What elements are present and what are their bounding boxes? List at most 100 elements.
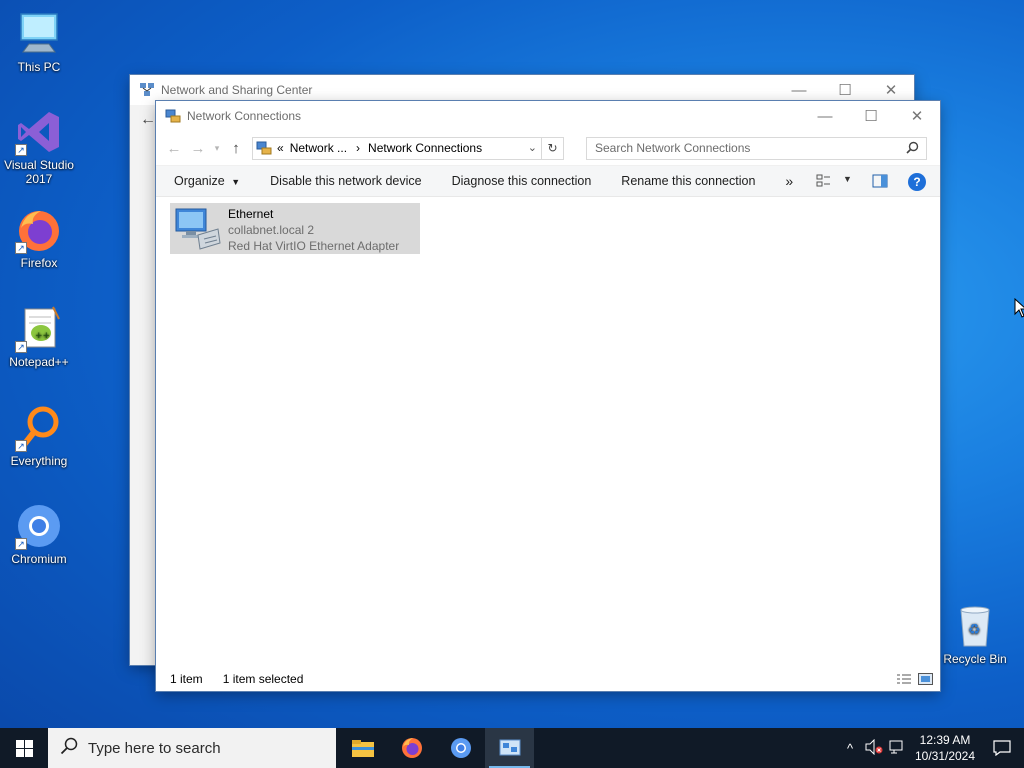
taskbar-search-box[interactable]: Type here to search [48,728,336,768]
connection-network: collabnet.local 2 [228,223,315,237]
visual-studio-icon: ↗ [15,108,63,156]
mouse-cursor-icon [1014,297,1024,321]
search-input[interactable]: Search Network Connections [586,136,927,160]
shortcut-arrow-icon: ↗ [15,440,27,452]
rename-connection-button[interactable]: Rename this connection [606,174,770,188]
start-button[interactable] [0,728,48,768]
everything-search-icon: ↗ [15,404,63,452]
navigation-bar: ← → ▾ ↑ « Network ... › Network Connecti… [156,131,940,165]
desktop-icon-label: Notepad++ [9,355,69,369]
organize-menu[interactable]: Organize ▼ [156,174,255,188]
address-dropdown-icon[interactable]: ⌄ [528,141,537,154]
connection-adapter: Red Hat VirtIO Ethernet Adapter [228,239,400,253]
desktop-icon-this-pc[interactable]: This PC [1,10,77,74]
windows-logo-icon [15,739,33,757]
firefox-icon [401,738,422,758]
window-title: Network Connections [187,109,302,123]
system-tray: ^ 12:39 AM 10/31/2024 [838,728,1024,768]
desktop-icon-label: Recycle Bin [943,652,1007,666]
connection-item-ethernet[interactable]: Ethernet collabnet.local 2 Red Hat VirtI… [170,203,420,254]
clock-date: 10/31/2024 [914,749,976,763]
change-view-icon[interactable] [816,173,834,192]
disable-device-button[interactable]: Disable this network device [255,174,436,188]
window-title: Network and Sharing Center [161,83,313,97]
breadcrumb-overflow[interactable]: « [277,141,284,155]
selected-count: 1 item selected [222,672,304,686]
title-bar[interactable]: Network Connections — ☐ ✕ [156,101,940,131]
minimize-button[interactable]: — [802,101,848,131]
up-arrow-icon[interactable]: ↑ [224,136,248,160]
location-icon [256,140,272,156]
chevron-down-icon: ▼ [231,177,241,187]
command-bar: Organize ▼ Disable this network device D… [156,165,940,197]
search-icon [906,141,919,157]
back-arrow-icon[interactable]: ← [162,136,186,160]
more-commands-button[interactable]: » [770,173,808,189]
network-connections-icon [165,108,181,124]
diagnose-connection-button[interactable]: Diagnose this connection [437,174,607,188]
chromium-icon [450,738,471,758]
forward-arrow-icon[interactable]: → [186,136,210,160]
address-bar[interactable]: « Network ... › Network Connections ⌄ ↻ [252,136,564,160]
taskbar: Type here to search ^ 12:39 AM 10/31/202… [0,728,1024,768]
network-control-panel-icon [499,739,520,756]
desktop-icon-recycle-bin[interactable]: ♻ Recycle Bin [937,602,1013,666]
organize-label: Organize [174,174,225,188]
volume-muted-icon[interactable] [862,738,886,758]
refresh-icon[interactable]: ↻ [541,137,563,159]
svg-text:♻: ♻ [968,622,981,638]
desktop-icon-everything[interactable]: ↗ Everything [1,404,77,468]
breadcrumb-separator[interactable]: › [356,141,360,155]
firefox-icon: ↗ [15,206,63,254]
shortcut-arrow-icon: ↗ [15,341,27,353]
this-pc-icon [15,10,63,58]
help-icon[interactable]: ? [908,173,926,191]
shortcut-arrow-icon: ↗ [15,242,27,254]
desktop-icon-notepad-plus-plus[interactable]: ++ ↗ Notepad++ [1,305,77,369]
shortcut-arrow-icon: ↗ [15,144,27,156]
desktop-icon-visual-studio[interactable]: ↗ Visual Studio 2017 [1,108,77,186]
desktop-icon-label: Chromium [11,552,67,566]
desktop-icon-label: This PC [17,60,61,74]
close-button[interactable]: ✕ [894,101,940,131]
network-connections-taskbar-button[interactable] [485,728,534,768]
status-bar: 1 item 1 item selected [156,667,940,691]
search-placeholder: Search Network Connections [595,141,751,155]
taskbar-clock[interactable]: 12:39 AM 10/31/2024 [910,732,980,764]
maximize-button[interactable]: ☐ [848,101,894,131]
chromium-taskbar-button[interactable] [436,728,485,768]
breadcrumb-current[interactable]: Network Connections [368,141,482,155]
connection-name: Ethernet [228,207,274,221]
search-icon [60,737,78,759]
ethernet-adapter-icon [174,205,222,254]
action-center-icon[interactable] [980,740,1024,756]
shortcut-arrow-icon: ↗ [15,538,27,550]
firefox-taskbar-button[interactable] [387,728,436,768]
network-connections-window[interactable]: Network Connections — ☐ ✕ ← → ▾ ↑ « Netw… [156,101,940,691]
back-arrow-icon[interactable]: ← [140,111,156,129]
desktop-icon-firefox[interactable]: ↗ Firefox [1,206,77,270]
clock-time: 12:39 AM [919,733,971,747]
desktop-icon-label: Everything [10,454,68,468]
desktop-icon-label: Firefox [20,256,58,270]
details-view-icon[interactable] [896,673,912,688]
svg-text:++: ++ [35,331,50,341]
desktop-icon-chromium[interactable]: ↗ Chromium [1,502,77,566]
network-center-icon [139,82,155,98]
item-count: 1 item [170,672,203,686]
desktop-icon-label: Visual Studio 2017 [4,158,74,186]
file-list-area[interactable]: Ethernet collabnet.local 2 Red Hat VirtI… [156,197,940,667]
network-status-icon[interactable] [886,739,910,758]
preview-pane-icon[interactable] [872,174,888,191]
chromium-icon: ↗ [15,502,63,550]
show-hidden-icons-chevron-icon[interactable]: ^ [838,741,862,756]
view-options-dropdown-icon[interactable]: ▼ [843,174,852,184]
file-explorer-icon [351,740,374,757]
recent-locations-icon[interactable]: ▾ [210,136,224,160]
notepad-plus-plus-icon: ++ ↗ [15,305,63,353]
breadcrumb-parent[interactable]: Network ... [290,141,347,155]
recycle-bin-icon: ♻ [951,602,999,650]
large-icons-view-icon[interactable] [918,673,933,688]
taskbar-search-placeholder: Type here to search [88,739,221,757]
file-explorer-taskbar-button[interactable] [338,728,387,768]
